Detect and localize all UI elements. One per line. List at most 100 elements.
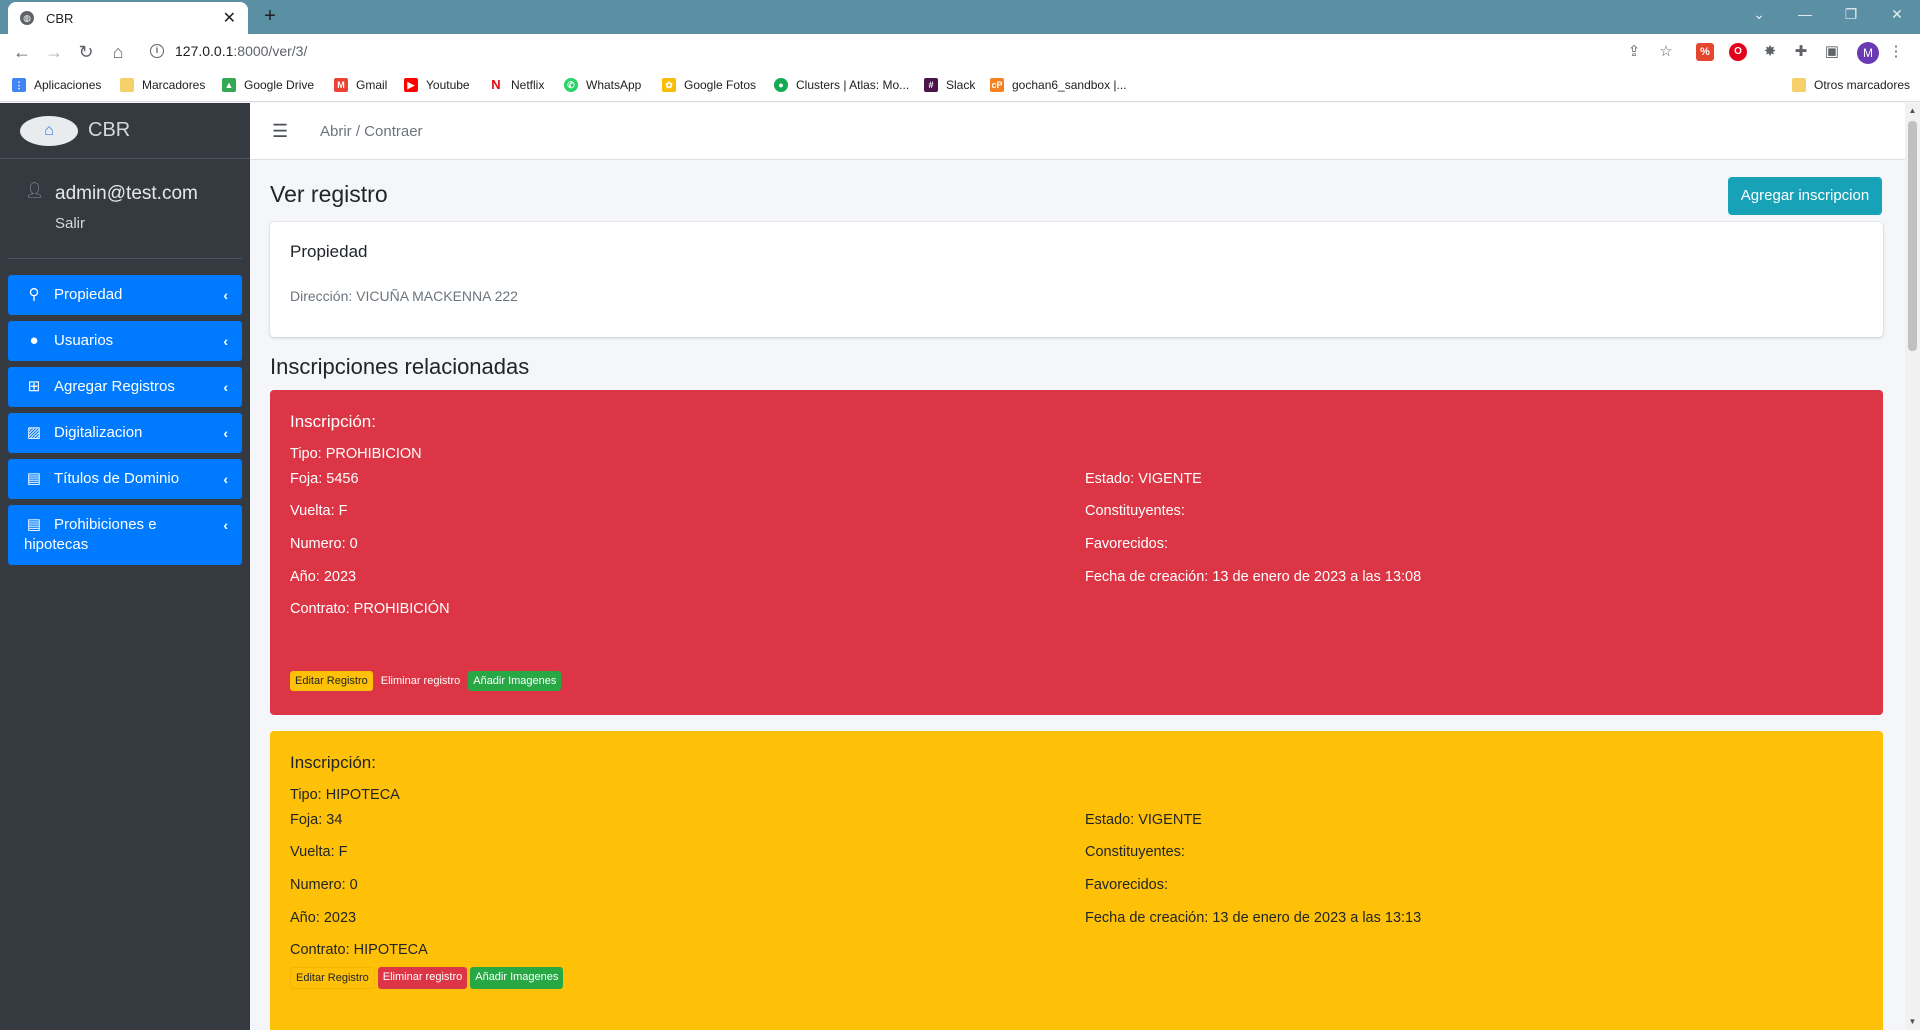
brand[interactable]: ⌂ CBR [0, 103, 250, 159]
minimize-button[interactable]: — [1782, 0, 1828, 28]
bookmark-whatsapp[interactable]: ✆ WhatsApp [564, 78, 641, 92]
sidebar-item-label: Agregar Registros [54, 378, 175, 395]
bookmark-slack[interactable]: # Slack [924, 78, 975, 92]
inscription-anio: Año: 2023 [290, 910, 357, 926]
inscription-card: Inscripción: Tipo: PROHIBICION Foja: 545… [270, 390, 1883, 715]
add-images-button[interactable]: Añadir Imagenes [468, 671, 562, 691]
bookmark-label: Youtube [426, 78, 470, 92]
delete-record-button[interactable]: Eliminar registro [375, 671, 466, 691]
site-info-icon[interactable]: i [150, 44, 164, 58]
delete-record-button[interactable]: Eliminar registro [377, 967, 468, 989]
close-window-button[interactable]: ✕ [1874, 0, 1920, 28]
bookmark-otros[interactable]: Otros marcadores [1792, 78, 1910, 92]
inscription-card: Inscripción: Tipo: HIPOTECA Foja: 34 Vue… [270, 731, 1883, 1030]
close-tab-icon[interactable]: ✕ [223, 8, 236, 28]
extension-opera-icon[interactable]: O [1729, 43, 1747, 61]
sidebar-item-propiedad[interactable]: ⚲ Propiedad ‹ [8, 275, 242, 315]
star-icon[interactable]: ☆ [1654, 40, 1678, 64]
extension-gear-icon[interactable]: ✸ [1758, 40, 1782, 64]
user-icon: 👤︎ [25, 182, 45, 199]
inscription-actions: Editar Registro Eliminar registro Añadir… [290, 967, 564, 989]
bookmark-netflix[interactable]: N Netflix [489, 78, 544, 92]
globe-icon: ◍ [20, 11, 34, 25]
bookmark-label: Marcadores [142, 78, 206, 92]
restore-button[interactable]: ❐ [1828, 0, 1874, 28]
user-name[interactable]: admin@test.com [55, 183, 198, 205]
bookmark-gmail[interactable]: M Gmail [334, 78, 387, 92]
inscription-favorecidos: Favorecidos: [1085, 877, 1169, 893]
inscription-favorecidos: Favorecidos: [1085, 536, 1169, 552]
sidebar-item-titulos-dominio[interactable]: ▤ Títulos de Dominio ‹ [8, 459, 242, 499]
inscription-contrato: Contrato: PROHIBICIÓN [290, 601, 450, 617]
back-arrow-icon[interactable]: ← [10, 40, 34, 64]
add-images-button[interactable]: Añadir Imagenes [470, 967, 564, 989]
bookmark-label: Clusters | Atlas: Mo... [796, 78, 910, 92]
inscription-tipo: Tipo: HIPOTECA [290, 787, 400, 803]
home-icon[interactable]: ⌂ [106, 40, 130, 64]
user-panel: 👤︎ admin@test.com Salir [8, 159, 242, 259]
inscription-anio: Año: 2023 [290, 569, 357, 585]
extension-red-icon[interactable]: % [1696, 43, 1714, 61]
inscription-constituyentes: Constituyentes: [1085, 844, 1185, 860]
inscription-foja: Foja: 5456 [290, 471, 359, 487]
slack-icon: # [924, 78, 938, 92]
inscription-header: Inscripción: [290, 412, 376, 431]
side-panel-icon[interactable]: ▣ [1820, 40, 1844, 64]
browser-tab[interactable]: ◍ CBR ✕ [8, 2, 248, 34]
address-bar[interactable]: 127.0.0.1:8000/ver/3/ [175, 43, 307, 59]
user-icon: ● [29, 332, 39, 349]
hamburger-menu-icon[interactable]: ☰ [272, 121, 288, 142]
extensions-puzzle-icon[interactable]: ✚ [1789, 40, 1813, 64]
toggle-sidebar-link[interactable]: Abrir / Contraer [320, 123, 423, 140]
inscription-fecha: Fecha de creación: 13 de enero de 2023 a… [1085, 569, 1422, 585]
bookmark-label: Gmail [356, 78, 388, 92]
add-inscription-button[interactable]: Agregar inscripcion [1728, 177, 1882, 215]
file-icon: ▤ [26, 516, 42, 533]
bookmark-sandbox[interactable]: cP gochan6_sandbox |... [990, 78, 1127, 92]
scroll-down-icon[interactable]: ▼ [1908, 1017, 1917, 1027]
scrollbar-thumb[interactable] [1908, 121, 1917, 351]
bookmark-drive[interactable]: ▲ Google Drive [222, 78, 314, 92]
apps-grid-icon: ⋮ [12, 78, 26, 92]
inscription-tipo: Tipo: PROHIBICION [290, 446, 422, 462]
new-tab-button[interactable]: + [256, 5, 284, 29]
sidebar-item-agregar-registros[interactable]: ⊞ Agregar Registros ‹ [8, 367, 242, 407]
bookmark-apps[interactable]: ⋮ Aplicaciones [12, 78, 101, 92]
forward-arrow-icon[interactable]: → [42, 40, 66, 64]
browser-tabstrip: ◍ CBR ✕ + ⌄ — ❐ ✕ [0, 0, 1920, 34]
bookmark-fotos[interactable]: ✿ Google Fotos [662, 78, 756, 92]
google-photos-icon: ✿ [662, 78, 676, 92]
sidebar-item-usuarios[interactable]: ● Usuarios ‹ [8, 321, 242, 361]
edit-record-button[interactable]: Editar Registro [290, 671, 373, 691]
bookmark-atlas[interactable]: ● Clusters | Atlas: Mo... [774, 78, 909, 92]
gmail-icon: M [334, 78, 348, 92]
bookmark-youtube[interactable]: ▶ Youtube [404, 78, 470, 92]
sidebar-item-prohibiciones[interactable]: ▤ Prohibiciones e hipotecas ‹ [8, 505, 242, 565]
sidebar-item-label: Títulos de Dominio [54, 470, 180, 487]
more-menu-icon[interactable]: ⋮ [1884, 40, 1908, 64]
chevron-left-icon: ‹ [223, 517, 228, 533]
inscription-vuelta: Vuelta: F [290, 503, 348, 519]
bookmark-label: Slack [946, 78, 976, 92]
property-card: Propiedad Dirección: VICUÑA MACKENNA 222 [270, 222, 1883, 337]
bookmark-label: Netflix [511, 78, 545, 92]
chevron-left-icon: ‹ [223, 287, 228, 303]
related-inscriptions-title: Inscripciones relacionadas [270, 354, 530, 379]
netflix-icon: N [489, 78, 503, 92]
edit-record-button[interactable]: Editar Registro [290, 967, 375, 989]
google-drive-icon: ▲ [222, 78, 236, 92]
url-host: 127.0.0.1 [175, 43, 234, 59]
sidebar-item-label: Usuarios [54, 332, 114, 349]
bookmark-marcadores[interactable]: Marcadores [120, 78, 205, 92]
share-icon[interactable]: ⇪ [1622, 40, 1646, 64]
page-scrollbar[interactable]: ▲ ▼ [1905, 103, 1920, 1030]
property-address: Dirección: VICUÑA MACKENNA 222 [290, 288, 518, 304]
scroll-up-icon[interactable]: ▲ [1908, 106, 1917, 116]
reload-icon[interactable]: ↻ [74, 40, 98, 64]
inscription-actions: Editar Registro Eliminar registro Añadir… [290, 671, 562, 691]
logout-link[interactable]: Salir [55, 215, 85, 232]
bookmark-label: Otros marcadores [1814, 78, 1911, 92]
tab-search-icon[interactable]: ⌄ [1736, 0, 1782, 28]
sidebar-item-digitalizacion[interactable]: ▨ Digitalizacion ‹ [8, 413, 242, 453]
profile-avatar[interactable]: M [1857, 42, 1879, 64]
